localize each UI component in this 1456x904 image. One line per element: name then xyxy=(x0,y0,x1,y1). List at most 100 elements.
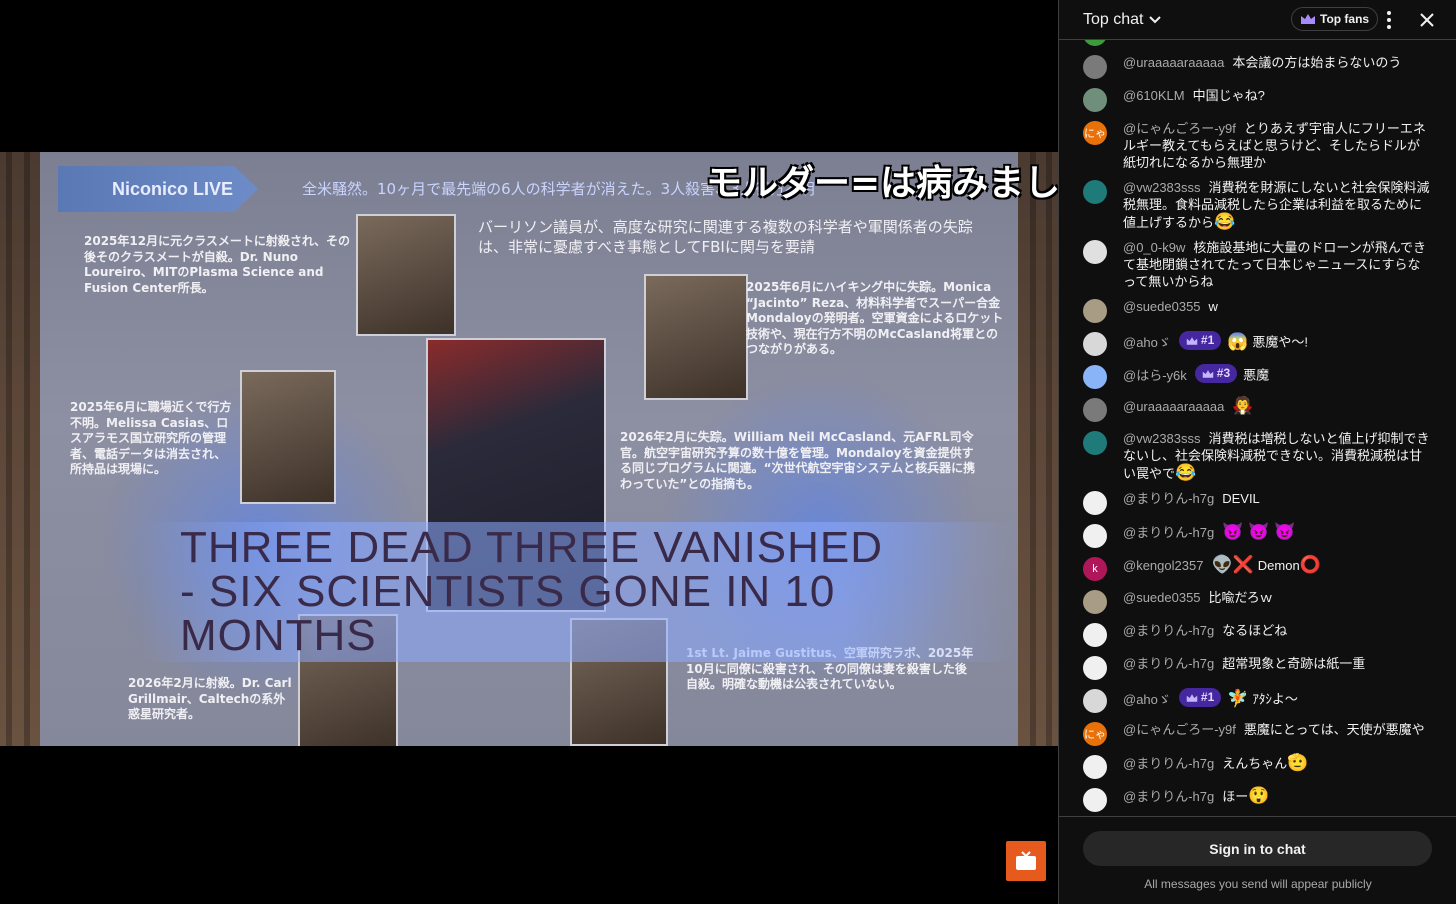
avatar[interactable] xyxy=(1083,524,1107,548)
avatar[interactable] xyxy=(1083,788,1107,812)
avatar[interactable] xyxy=(1083,398,1107,422)
chat-message-body: @まりりん-h7g なるほどね xyxy=(1123,622,1287,639)
chat-author-name[interactable]: @ahoゞ xyxy=(1123,335,1171,350)
danmaku-comment: モルダー=は病みまし xyxy=(706,163,1058,204)
chat-message-text: えんちゃん xyxy=(1222,756,1288,771)
chat-message[interactable]: m@magisys盛り上がってきた? xyxy=(1059,40,1456,50)
sign-in-to-chat-button[interactable]: Sign in to chat xyxy=(1083,831,1432,866)
tv-icon-button[interactable] xyxy=(1006,841,1046,881)
avatar[interactable] xyxy=(1083,689,1107,713)
avatar[interactable] xyxy=(1083,755,1107,779)
chat-author-name[interactable]: @にゃんごろー-y9f xyxy=(1123,121,1236,136)
top-fan-rank: #3 xyxy=(1216,366,1231,380)
chat-message-body: @0_0-k9w 核施設基地に大量のドローンが飛んできて基地閉鎖されてたって日本じ… xyxy=(1123,239,1433,290)
chat-author-name[interactable]: @まりりん-h7g xyxy=(1123,756,1214,771)
chat-author-name[interactable]: @まりりん-h7g xyxy=(1123,656,1214,671)
avatar[interactable] xyxy=(1083,656,1107,680)
chat-author-name[interactable]: @kengol2357 xyxy=(1123,558,1203,573)
avatar[interactable] xyxy=(1083,491,1107,515)
chat-message-body: @まりりん-h7g 😈 😈 😈 xyxy=(1123,523,1299,541)
chat-message[interactable]: @はら-y6k #3 悪魔 xyxy=(1059,360,1456,393)
chat-message-text: w xyxy=(1208,299,1218,314)
chat-author-name[interactable]: @まりりん-h7g xyxy=(1123,525,1214,540)
slide-badge: Niconico LIVE xyxy=(58,166,258,212)
chat-message-body: @まりりん-h7g 超常現象と奇跡は紙一重 xyxy=(1123,655,1365,672)
emoji: ⭕ xyxy=(1299,555,1321,574)
chat-message-text: 超常現象と奇跡は紙一重 xyxy=(1222,656,1366,671)
avatar[interactable] xyxy=(1083,590,1107,614)
more-options-button[interactable] xyxy=(1377,8,1401,32)
chat-message-body: @まりりん-h7g えんちゃん🫡 xyxy=(1123,754,1308,772)
chat-message[interactable]: @suede0355 w xyxy=(1059,294,1456,327)
chat-message[interactable]: @まりりん-h7g 超常現象と奇跡は紙一重 xyxy=(1059,651,1456,684)
avatar[interactable] xyxy=(1083,299,1107,323)
chat-author-name[interactable]: @610KLM xyxy=(1123,88,1185,103)
slide-big-title: THREE DEAD THREE VANISHED - SIX SCIENTIS… xyxy=(140,522,1018,662)
avatar[interactable] xyxy=(1083,431,1107,455)
chat-message[interactable]: @610KLM 中国じゃね? xyxy=(1059,83,1456,116)
chat-message-text: 本会議の方は始まらないのう xyxy=(1232,55,1402,70)
avatar[interactable]: にゃ xyxy=(1083,121,1107,145)
chat-message[interactable]: にゃ @にゃんごろー-y9f とりあえず宇宙人にフリーエネルギー教えてもらえばと思う… xyxy=(1059,116,1456,175)
chat-message[interactable]: @まりりん-h7g DEVIL xyxy=(1059,486,1456,519)
chat-message-body: @にゃんごろー-y9f とりあえず宇宙人にフリーエネルギー教えてもらえばと思うけど… xyxy=(1123,120,1433,171)
chat-message[interactable]: @まりりん-h7g 😈 😈 😈 xyxy=(1059,519,1456,552)
avatar[interactable] xyxy=(1083,180,1107,204)
chat-author-name[interactable]: @vw2383sss xyxy=(1123,431,1201,446)
chat-author-name[interactable]: @uraaaaaraaaaa xyxy=(1123,399,1224,414)
chat-message[interactable]: にゃ @にゃんごろー-y9f 悪魔にとっては、天使が悪魔や xyxy=(1059,717,1456,750)
close-chat-button[interactable] xyxy=(1415,8,1439,32)
chat-message[interactable]: @suede0355 比喩だろｗ xyxy=(1059,585,1456,618)
live-chat-panel: Top chat Top fans m@magisys盛り上がってきた? @ura… xyxy=(1058,0,1456,904)
chat-message[interactable]: k @kengol2357 👽❌ Demon⭕ xyxy=(1059,552,1456,585)
avatar[interactable] xyxy=(1083,623,1107,647)
public-messages-note: All messages you send will appear public… xyxy=(1144,877,1372,891)
avatar[interactable] xyxy=(1083,240,1107,264)
chat-author-name[interactable]: @まりりん-h7g xyxy=(1123,623,1214,638)
chat-author-name[interactable]: @uraaaaaraaaaa xyxy=(1123,55,1224,70)
chat-message[interactable]: @vw2383sss 消費税を財源にしないと社会保険料減税無理。食料品減税したら企… xyxy=(1059,175,1456,235)
video-frame: Niconico LIVE 全米騒然。10ヶ月で最先端の6人の科学者が消えた。3… xyxy=(0,152,1058,746)
chat-message-list[interactable]: m@magisys盛り上がってきた? @uraaaaaraaaaa 本会議の方は始ま… xyxy=(1059,40,1456,816)
video-player[interactable]: Niconico LIVE 全米騒然。10ヶ月で最先端の6人の科学者が消えた。3… xyxy=(0,0,1058,904)
chat-message[interactable]: @uraaaaaraaaaa 🧛 xyxy=(1059,393,1456,426)
chat-author-name[interactable]: @vw2383sss xyxy=(1123,180,1201,195)
top-fan-rank: #1 xyxy=(1200,333,1215,347)
chat-message[interactable]: @まりりん-h7g なるほどね xyxy=(1059,618,1456,651)
chat-message[interactable]: @まりりん-h7g ほー😲 xyxy=(1059,783,1456,816)
wall-stripe xyxy=(6,152,12,746)
chat-author-name[interactable]: @にゃんごろー-y9f xyxy=(1123,722,1236,737)
chat-message-text: 悪魔や～! xyxy=(1252,334,1309,350)
chat-author-name[interactable]: @ahoゞ xyxy=(1123,692,1171,707)
emoji: 👽❌ xyxy=(1211,555,1254,574)
chat-message[interactable]: @ahoゞ #1 😱 悪魔や～! xyxy=(1059,327,1456,360)
chat-message[interactable]: @0_0-k9w 核施設基地に大量のドローンが飛んできて基地閉鎖されてたって日本じ… xyxy=(1059,235,1456,294)
chat-message-text: 悪魔 xyxy=(1243,367,1270,383)
chat-author-name[interactable]: @suede0355 xyxy=(1123,590,1201,605)
chat-mode-dropdown[interactable]: Top chat xyxy=(1083,11,1163,29)
chat-message-body: @suede0355 比喩だろｗ xyxy=(1123,589,1273,606)
chat-author-name[interactable]: @0_0-k9w xyxy=(1123,240,1185,255)
emoji: 🧚 xyxy=(1227,688,1249,708)
avatar[interactable] xyxy=(1083,55,1107,79)
emoji: 😲 xyxy=(1248,786,1270,805)
chat-message[interactable]: @vw2383sss 消費税は増税しないと値上げ抑制できないし、社会保険料減税でき… xyxy=(1059,426,1456,486)
chat-author-name[interactable]: @まりりん-h7g xyxy=(1123,491,1214,506)
chat-author-name[interactable]: @suede0355 xyxy=(1123,299,1201,314)
chat-author-name[interactable]: @はら-y6k xyxy=(1123,368,1187,383)
avatar[interactable]: k xyxy=(1083,557,1107,581)
chat-message[interactable]: @uraaaaaraaaaa 本会議の方は始まらないのう xyxy=(1059,50,1456,83)
photo-scientist xyxy=(644,274,748,400)
avatar[interactable] xyxy=(1083,332,1107,356)
avatar[interactable] xyxy=(1083,88,1107,112)
avatar[interactable]: m xyxy=(1083,40,1107,46)
chat-author-name[interactable]: @まりりん-h7g xyxy=(1123,789,1214,804)
chat-message-body: @kengol2357 👽❌ Demon⭕ xyxy=(1123,556,1321,574)
emoji: 🫡 xyxy=(1287,753,1309,772)
top-fan-badge: #1 xyxy=(1178,688,1222,707)
top-fans-button[interactable]: Top fans xyxy=(1291,7,1379,31)
chat-message[interactable]: @まりりん-h7g えんちゃん🫡 xyxy=(1059,750,1456,783)
avatar[interactable]: にゃ xyxy=(1083,722,1107,746)
avatar[interactable] xyxy=(1083,365,1107,389)
chat-message[interactable]: @ahoゞ #1 🧚 ｱﾀｼよ～ xyxy=(1059,684,1456,717)
